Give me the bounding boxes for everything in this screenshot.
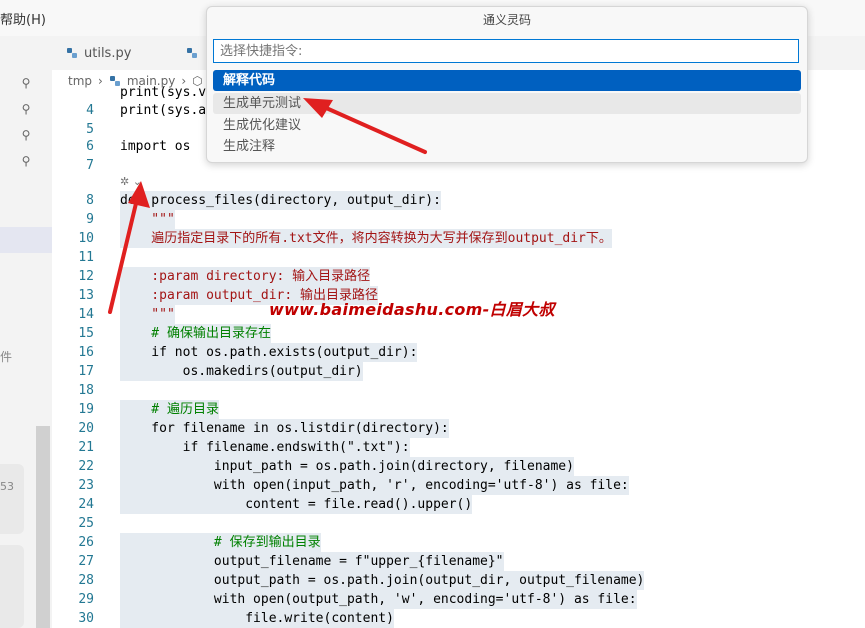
code-line: 30 file.write(content) — [78, 609, 394, 628]
quick-pick-item-generate-comments[interactable]: 生成注释 — [213, 136, 801, 157]
code-line: 27 output_filename = f"upper_{filename}" — [78, 552, 504, 571]
quick-pick-item-generate-unit-tests[interactable]: 生成单元测试 — [213, 93, 801, 114]
code-line: 22 input_path = os.path.join(directory, … — [78, 457, 574, 476]
code-line: 19 # 遍历目录 — [78, 400, 219, 419]
left-panel-text: 件 — [0, 350, 13, 364]
quick-pick-title: 通义灵码 — [482, 13, 531, 27]
menu-help[interactable]: 帮助(H) — [0, 9, 46, 28]
left-card[interactable] — [0, 464, 24, 534]
left-card-number: 53 — [0, 480, 14, 493]
left-scrollbar[interactable] — [36, 426, 50, 628]
quick-pick-item-optimization-suggestions[interactable]: 生成优化建议 — [213, 115, 801, 136]
ai-sparkle-icon[interactable]: ✲ ⌄ — [120, 175, 142, 188]
tab-label: utils.py — [84, 45, 132, 61]
tab-main-py[interactable] — [186, 36, 204, 70]
pin-icon[interactable]: ⚲ — [19, 128, 33, 142]
code-line: 10 遍历指定目录下的所有.txt文件，将内容转换为大写并保存到output_d… — [78, 229, 612, 248]
code-line: 8 def process_files(directory, output_dir… — [86, 191, 441, 210]
pin-icon[interactable]: ⚲ — [19, 102, 33, 116]
python-icon — [187, 48, 197, 58]
code-editor[interactable]: print(sys.v 4 print(sys.a 5 6 import os 7 … — [52, 85, 865, 628]
pin-icon[interactable]: ⚲ — [19, 76, 33, 90]
tab-utils-py[interactable]: utils.py — [66, 36, 131, 70]
code-line: 11 — [78, 250, 94, 265]
code-line: 15 # 确保输出目录存在 — [78, 324, 271, 343]
quick-pick-input[interactable] — [213, 39, 799, 63]
code-line: 16 if not os.path.exists(output_dir): — [78, 343, 418, 362]
sidebar-selected-item[interactable] — [0, 227, 52, 253]
watermark-text: www.baimeidashu.com-白眉大叔 — [269, 300, 555, 319]
quick-pick-item-explain-code[interactable]: 解释代码 — [213, 70, 801, 91]
code-line: 29 with open(output_path, 'w', encoding=… — [78, 590, 637, 609]
pin-icon[interactable]: ⚲ — [19, 154, 33, 168]
code-line: 18 — [78, 383, 94, 398]
left-card[interactable] — [0, 545, 24, 628]
quick-pick-popup: 通义灵码 解释代码 生成单元测试 生成优化建议 生成注释 — [206, 6, 808, 163]
code-line: 20 for filename in os.listdir(directory)… — [78, 419, 449, 438]
code-line: 25 — [78, 516, 94, 531]
python-icon — [67, 48, 77, 58]
code-line: 21 if filename.endswith(".txt"): — [78, 438, 410, 457]
code-line: 28 output_path = os.path.join(output_dir… — [78, 571, 645, 590]
code-line: 24 content = file.read().upper() — [78, 495, 473, 514]
code-line: 17 os.makedirs(output_dir) — [78, 362, 363, 381]
code-line: 9 """ — [86, 210, 175, 229]
code-line: 12 :param directory: 输入目录路径 — [78, 267, 371, 286]
code-line: 23 with open(input_path, 'r', encoding='… — [78, 476, 629, 495]
code-line: 26 # 保存到输出目录 — [78, 533, 321, 552]
